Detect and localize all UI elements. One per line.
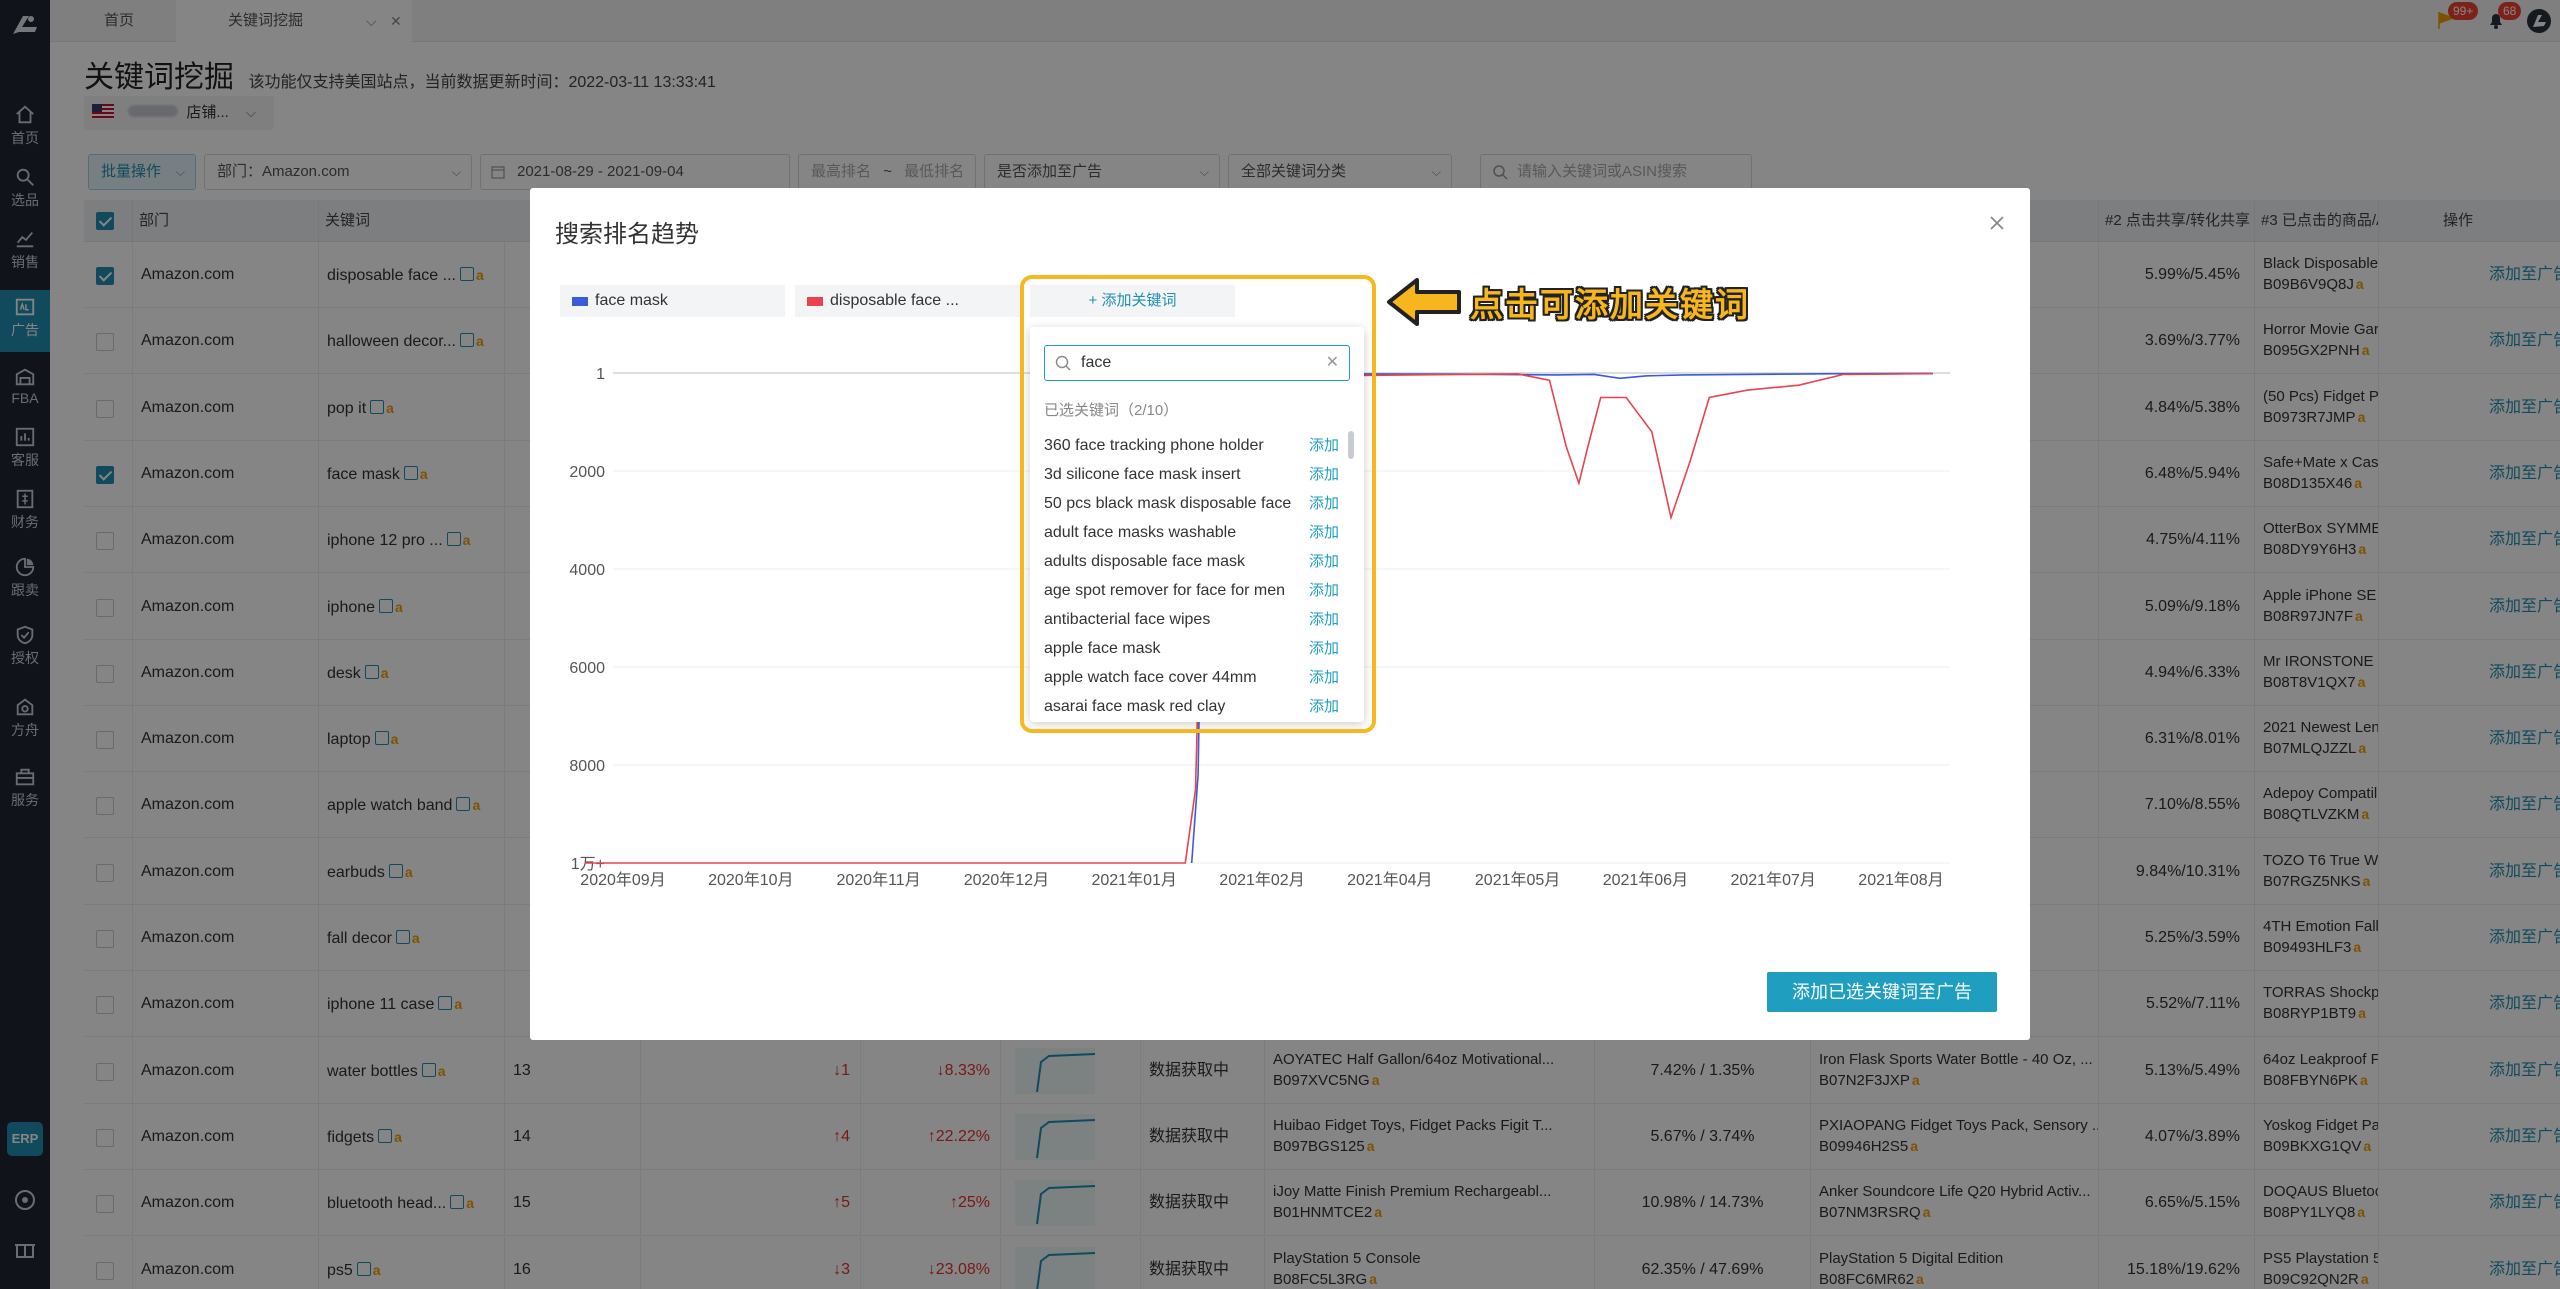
x-tick-label: 2020年10月 bbox=[708, 871, 793, 889]
x-tick-label: 2020年09月 bbox=[580, 871, 665, 889]
annotation-callout: 点击可添加关键词 bbox=[1470, 286, 1750, 323]
y-tick-label: 2000 bbox=[569, 464, 605, 481]
legend-label: disposable face ... bbox=[830, 292, 959, 309]
x-tick-label: 2021年05月 bbox=[1475, 871, 1560, 889]
x-tick-label: 2021年08月 bbox=[1858, 871, 1943, 889]
legend-chip-disposable-face[interactable]: disposable face ... bbox=[795, 285, 1020, 317]
y-tick-label: 1万+ bbox=[571, 856, 605, 873]
add-selected-to-ad-button[interactable]: 添加已选关键词至广告 bbox=[1767, 972, 1997, 1012]
modal-title: 搜索排名趋势 bbox=[555, 221, 699, 248]
x-tick-label: 2021年07月 bbox=[1730, 871, 1815, 889]
y-tick-label: 4000 bbox=[569, 562, 605, 579]
legend-swatch bbox=[807, 297, 823, 306]
x-tick-label: 2020年12月 bbox=[964, 871, 1049, 889]
x-tick-label: 2021年06月 bbox=[1603, 871, 1688, 889]
x-tick-label: 2021年02月 bbox=[1219, 871, 1304, 889]
arrow-left-icon bbox=[1387, 278, 1461, 326]
close-icon[interactable] bbox=[1986, 212, 2008, 234]
highlight-frame bbox=[1020, 275, 1376, 733]
y-tick-label: 8000 bbox=[569, 758, 605, 775]
legend-chip-face-mask[interactable]: face mask bbox=[560, 285, 785, 317]
legend-swatch bbox=[572, 297, 588, 306]
x-tick-label: 2021年04月 bbox=[1347, 871, 1432, 889]
legend-label: face mask bbox=[595, 292, 668, 309]
x-tick-label: 2020年11月 bbox=[836, 871, 920, 889]
y-tick-label: 1 bbox=[596, 366, 605, 383]
x-tick-label: 2021年01月 bbox=[1091, 871, 1176, 889]
y-tick-label: 6000 bbox=[569, 660, 605, 677]
